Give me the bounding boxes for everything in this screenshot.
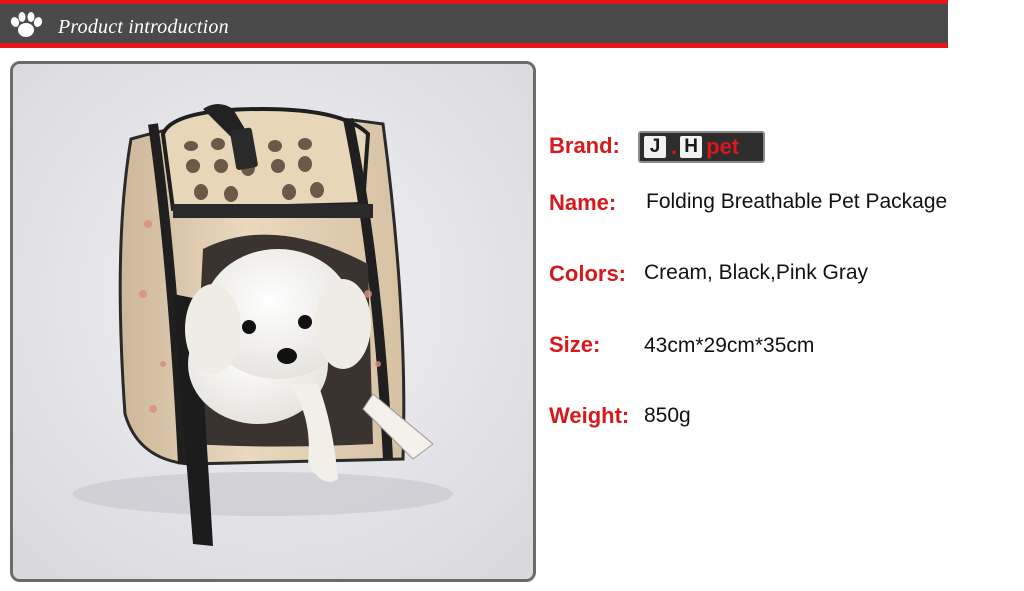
brand-logo-suffix: pet (706, 134, 740, 159)
brand-logo: J . H pet (638, 131, 765, 163)
name-label: Name: (549, 190, 617, 215)
brand-label: Brand: (549, 133, 620, 158)
colors-label: Colors: (549, 261, 626, 286)
weight-label: Weight: (549, 403, 630, 428)
name-value: Folding Breathable Pet Package (646, 190, 948, 213)
product-specs: Brand: J . H pet Name: Folding Breathabl… (0, 0, 1024, 591)
colors-value: Cream, Black,Pink Gray (644, 261, 869, 284)
brand-logo-letter-j: J (644, 136, 666, 158)
brand-logo-separator: . (671, 134, 678, 159)
size-value: 43cm*29cm*35cm (644, 334, 815, 357)
brand-logo-letter-h: H (680, 136, 703, 158)
weight-value: 850g (644, 404, 691, 427)
size-label: Size: (549, 332, 601, 357)
